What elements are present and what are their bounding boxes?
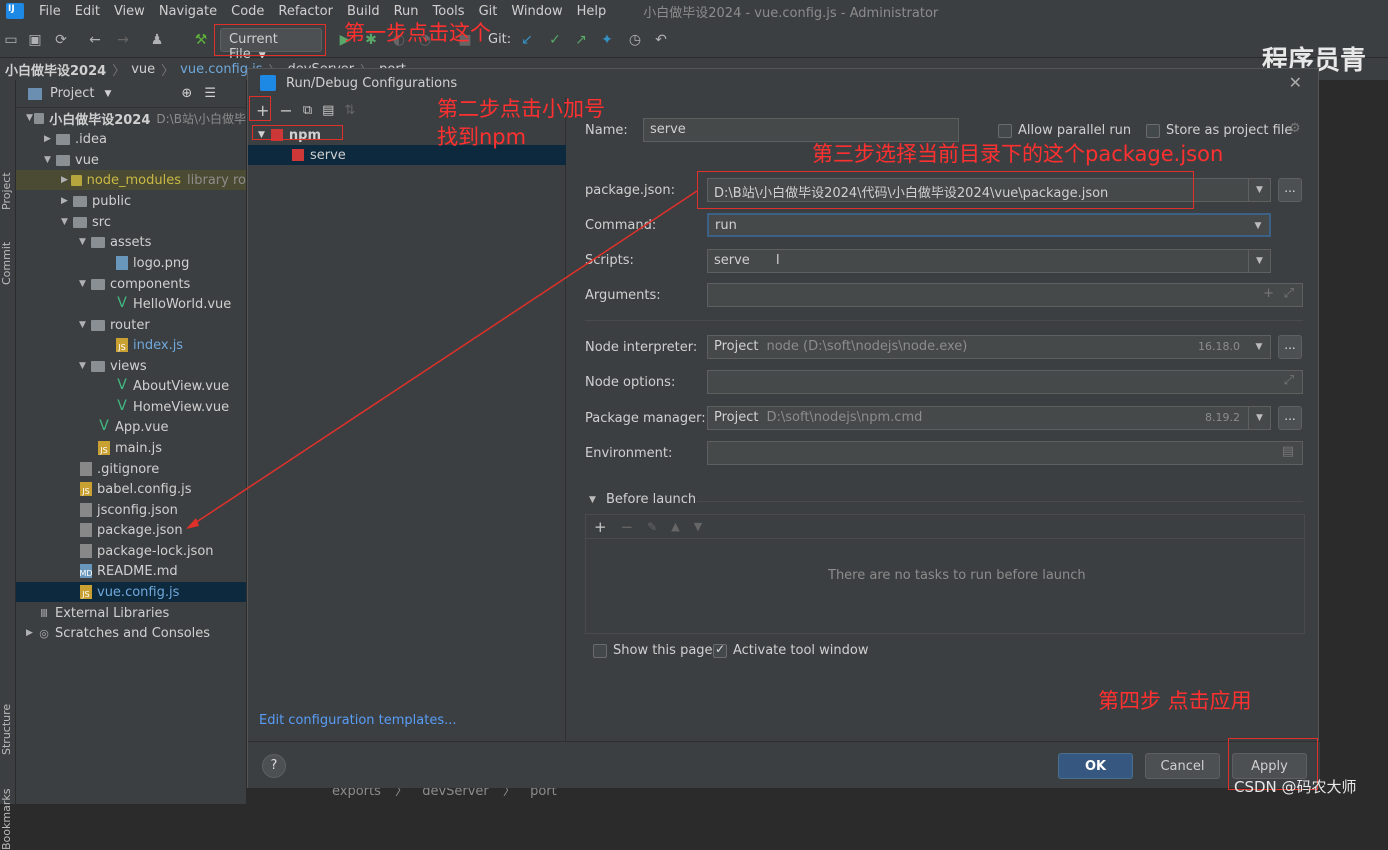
step4-annotation: 第四步 点击应用	[1098, 689, 1252, 713]
annotation-arrow	[186, 190, 698, 529]
watermark-bottom: CSDN @码农大师	[1234, 778, 1357, 796]
step2-annotation: 第二步点击小加号	[437, 97, 605, 121]
step2b-annotation: 找到npm	[437, 125, 527, 149]
step3-annotation: 第三步选择当前目录下的这个package.json	[812, 142, 1224, 166]
step1-annotation: 第一步点击这个	[344, 21, 491, 45]
